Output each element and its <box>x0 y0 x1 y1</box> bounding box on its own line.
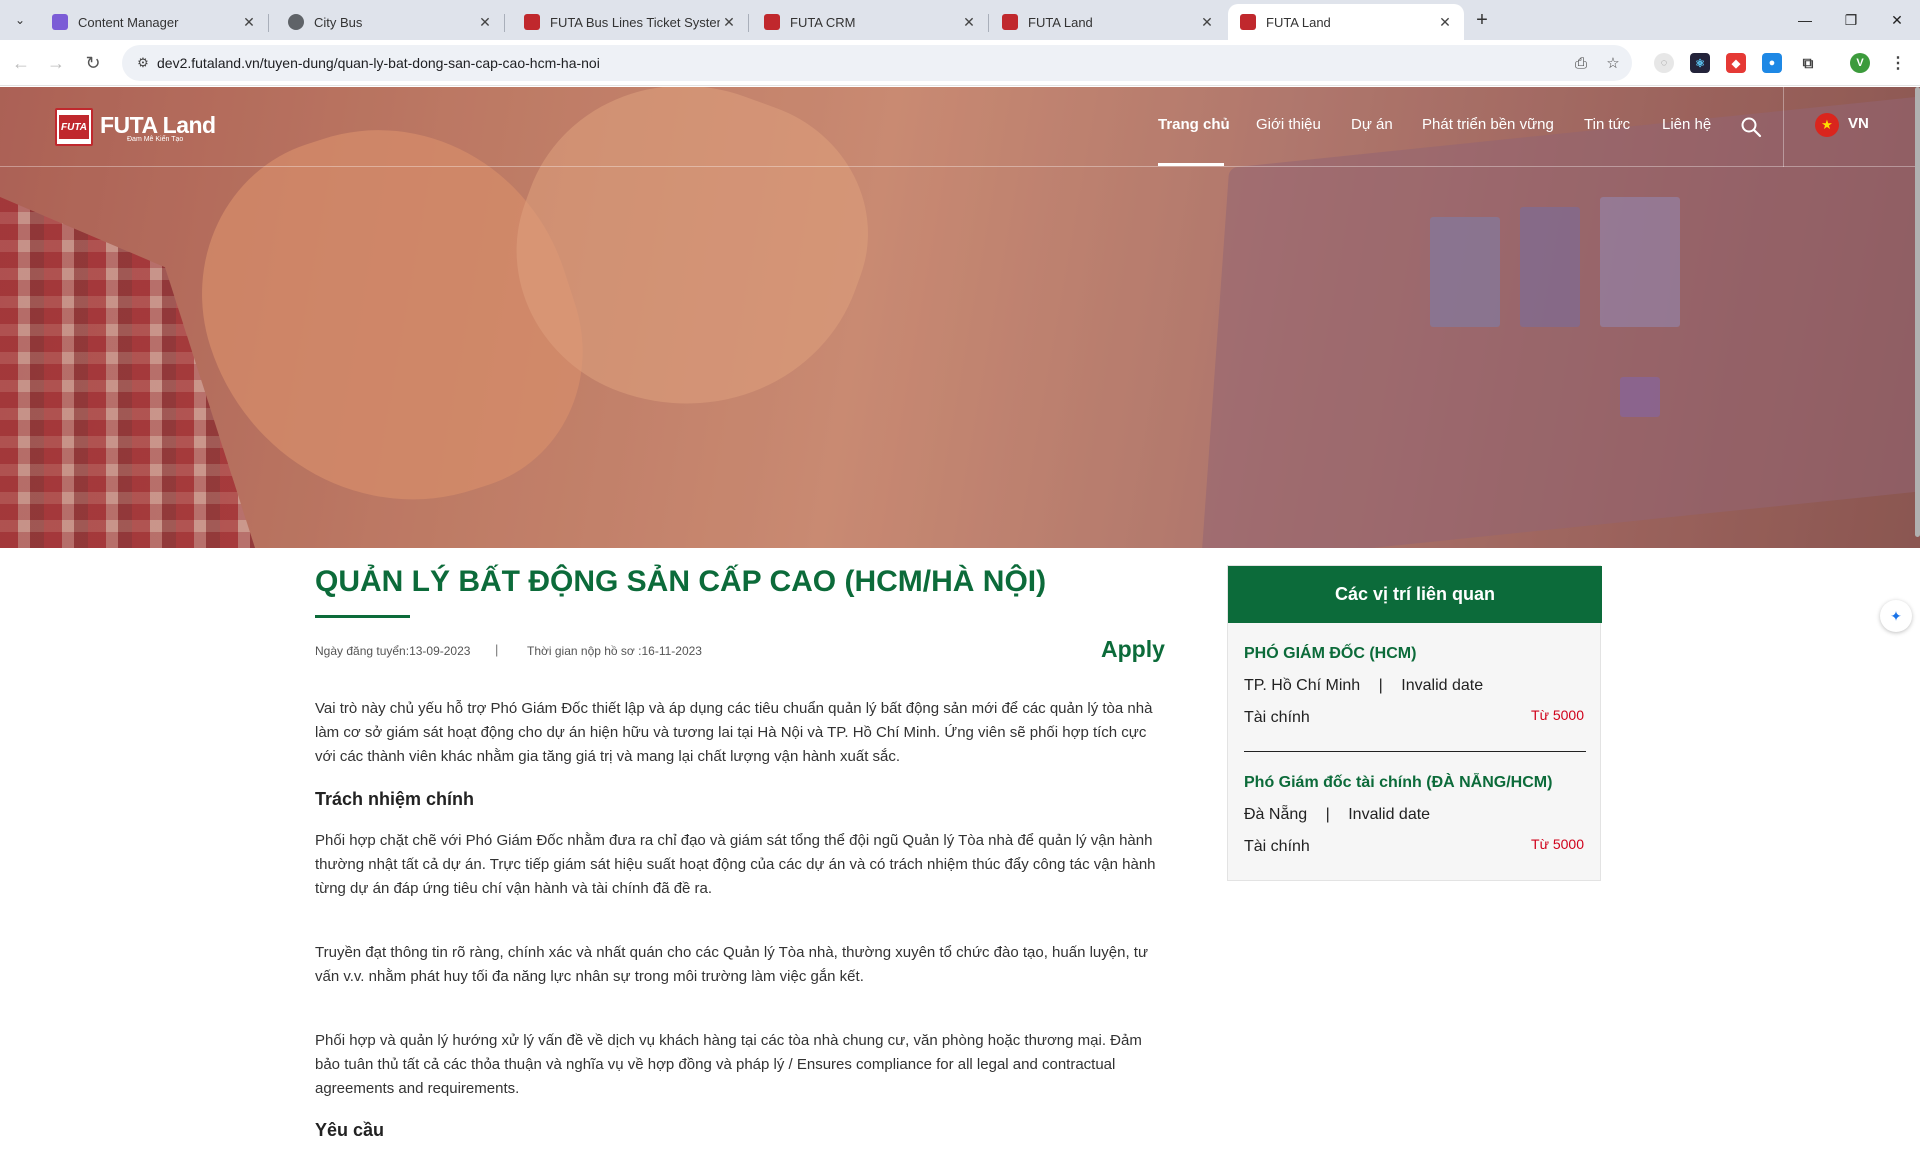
tab-title: City Bus <box>314 14 363 30</box>
nav-active-indicator <box>1158 163 1224 166</box>
browser-tab-futa-land-active[interactable]: FUTA Land ✕ <box>1228 4 1464 40</box>
job-title: QUẢN LÝ BẤT ĐỘNG SẢN CẤP CAO (HCM/HÀ NỘI… <box>315 565 1047 598</box>
nav-trang-chu[interactable]: Trang chủ <box>1158 116 1230 133</box>
related-job-location: Đà Nẵng | Invalid date <box>1244 806 1431 823</box>
futa-logo-mark[interactable]: FUTA <box>55 108 93 146</box>
install-app-icon[interactable]: ⎙ <box>1571 53 1591 73</box>
globe-favicon-icon <box>288 14 304 30</box>
browser-toolbar: ← → ↻ ⚙ dev2.futaland.vn/tuyen-dung/quan… <box>0 40 1920 86</box>
vietnam-flag-icon[interactable]: ★ <box>1815 113 1839 137</box>
browser-tab-futa-bus-lines[interactable]: FUTA Bus Lines Ticket System ✕ <box>512 4 749 40</box>
url-text[interactable]: dev2.futaland.vn/tuyen-dung/quan-ly-bat-… <box>157 55 600 71</box>
shield-extension-icon[interactable]: ◆ <box>1726 53 1746 73</box>
restore-button[interactable]: ❐ <box>1828 0 1874 40</box>
nav-gioi-thieu[interactable]: Giới thiệu <box>1256 116 1321 133</box>
site-header <box>0 87 1920 167</box>
futa-favicon-icon <box>524 14 540 30</box>
page-scrollbar[interactable] <box>1915 87 1920 537</box>
close-tab-icon[interactable]: ✕ <box>1436 13 1454 31</box>
close-window-button[interactable]: ✕ <box>1874 0 1920 40</box>
browser-tab-futa-crm[interactable]: FUTA CRM ✕ <box>752 4 989 40</box>
tab-search-button[interactable]: ⌄ <box>8 8 32 32</box>
browser-tab-city-bus[interactable]: City Bus ✕ <box>276 4 505 40</box>
search-icon[interactable] <box>1740 116 1762 138</box>
close-tab-icon[interactable]: ✕ <box>476 13 494 31</box>
application-deadline: Thời gian nộp hồ sơ :16-11-2023 <box>527 644 702 658</box>
browser-tab-content-manager[interactable]: Content Manager ✕ <box>40 4 269 40</box>
close-tab-icon[interactable]: ✕ <box>240 13 258 31</box>
close-tab-icon[interactable]: ✕ <box>720 13 738 31</box>
posted-date: Ngày đăng tuyển:13-09-2023 <box>315 644 471 658</box>
responsibilities-heading: Trách nhiệm chính <box>315 789 475 809</box>
tab-title: FUTA Bus Lines Ticket System <box>550 14 720 30</box>
related-job-title[interactable]: PHÓ GIÁM ĐỐC (HCM) <box>1244 645 1416 663</box>
nav-phat-trien-ben-vung[interactable]: Phát triển bền vững <box>1422 116 1554 133</box>
related-job-salary: Từ 5000 <box>1531 836 1584 852</box>
site-info-icon[interactable]: ⚙ <box>134 54 152 72</box>
browser-menu-icon[interactable]: ⋮ <box>1888 53 1908 73</box>
close-tab-icon[interactable]: ✕ <box>1198 13 1216 31</box>
back-button[interactable]: ← <box>8 50 34 76</box>
site-logo-text[interactable]: FUTA Land <box>100 112 216 139</box>
nav-tin-tuc[interactable]: Tin tức <box>1584 116 1630 133</box>
futa-favicon-icon <box>1240 14 1256 30</box>
related-job-location: TP. Hồ Chí Minh | Invalid date <box>1244 677 1484 694</box>
related-positions-heading: Các vị trí liên quan <box>1228 566 1602 623</box>
related-job-department: Tài chính <box>1244 709 1310 726</box>
site-slogan: Đam Mê Kiến Tạo <box>127 136 184 143</box>
nav-lien-he[interactable]: Liên hệ <box>1662 116 1711 133</box>
related-positions-panel: Các vị trí liên quan PHÓ GIÁM ĐỐC (HCM) … <box>1227 565 1602 881</box>
job-intro: Vai trò này chủ yếu hỗ trợ Phó Giám Đốc … <box>315 700 1153 765</box>
futa-favicon-icon <box>764 14 780 30</box>
related-job-salary: Từ 5000 <box>1531 707 1584 723</box>
content-manager-favicon-icon <box>52 14 68 30</box>
close-tab-icon[interactable]: ✕ <box>960 13 978 31</box>
meta-separator: | <box>495 642 499 657</box>
forward-button[interactable]: → <box>43 50 69 76</box>
responsibility-item: Phối hợp chặt chẽ với Phó Giám Đốc nhằm … <box>315 832 1156 897</box>
profile-avatar[interactable]: V <box>1850 53 1870 73</box>
apply-button[interactable]: Apply <box>1101 636 1165 663</box>
responsibility-item: Truyền đạt thông tin rõ ràng, chính xác … <box>315 944 1148 985</box>
new-tab-button[interactable]: + <box>1470 8 1494 32</box>
title-underline <box>315 615 410 618</box>
floating-assistant-icon[interactable]: ✦ <box>1880 600 1912 632</box>
requirements-heading: Yêu cầu <box>315 1120 385 1140</box>
react-devtools-icon[interactable]: ⚛ <box>1690 53 1710 73</box>
reload-button[interactable]: ↻ <box>80 50 106 76</box>
related-divider <box>1244 751 1586 752</box>
browser-tab-bar: ⌄ Content Manager ✕ City Bus ✕ FUTA Bus … <box>0 0 1920 40</box>
extension-icon[interactable]: ◌ <box>1654 53 1674 73</box>
nav-du-an[interactable]: Dự án <box>1351 116 1393 133</box>
related-job-title[interactable]: Phó Giám đốc tài chính (ĐÀ NẴNG/HCM) <box>1244 774 1552 792</box>
tab-title: Content Manager <box>78 14 179 30</box>
browser-tab-futa-land[interactable]: FUTA Land ✕ <box>990 4 1226 40</box>
tab-title: FUTA Land <box>1266 14 1331 30</box>
extensions-puzzle-icon[interactable]: ⧉ <box>1798 53 1818 73</box>
address-bar[interactable]: ⚙ dev2.futaland.vn/tuyen-dung/quan-ly-ba… <box>122 45 1632 81</box>
tab-title: FUTA CRM <box>790 14 856 30</box>
related-job-department: Tài chính <box>1244 838 1310 855</box>
futa-favicon-icon <box>1002 14 1018 30</box>
language-selector[interactable]: VN <box>1848 115 1869 132</box>
minimize-button[interactable]: — <box>1782 0 1828 40</box>
bookmark-star-icon[interactable]: ☆ <box>1603 53 1623 73</box>
responsibility-item: Phối hợp và quản lý hướng xử lý vấn đề v… <box>315 1032 1142 1097</box>
tab-title: FUTA Land <box>1028 14 1093 30</box>
drop-extension-icon[interactable]: ● <box>1762 53 1782 73</box>
